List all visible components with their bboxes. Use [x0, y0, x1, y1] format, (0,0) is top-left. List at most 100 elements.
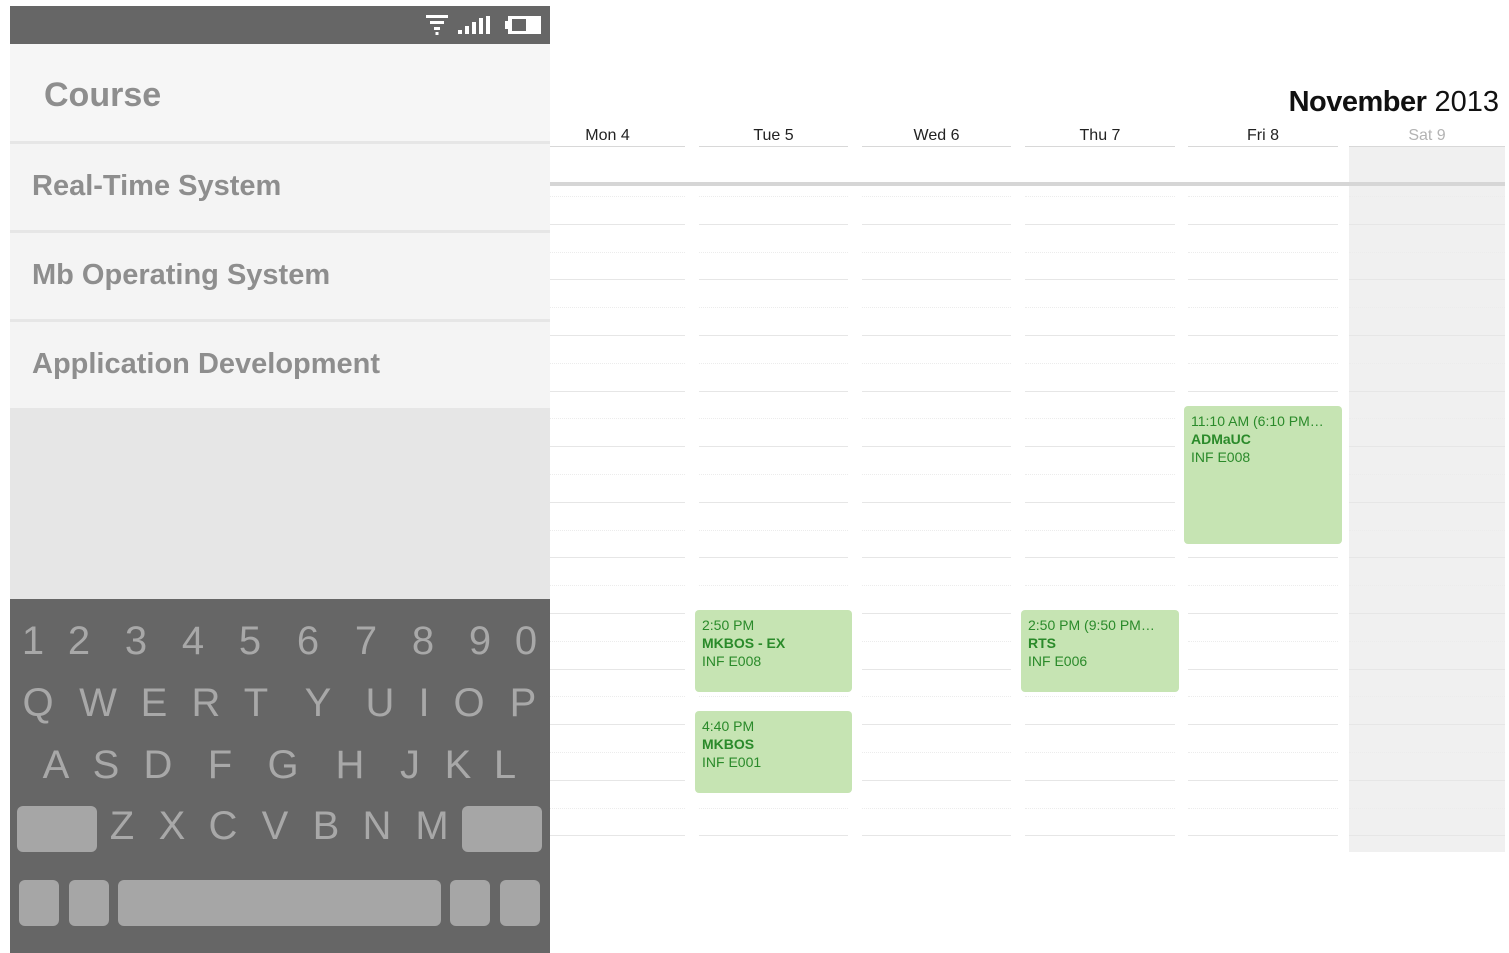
- grid-line: [550, 613, 685, 614]
- grid-line: [1188, 224, 1338, 225]
- key-i[interactable]: I: [404, 683, 444, 723]
- course-item-label: Real-Time System: [32, 170, 282, 202]
- key-o[interactable]: O: [449, 683, 489, 723]
- grid-line: [862, 279, 1011, 280]
- grid-line: [1025, 835, 1175, 836]
- grid-line: [1349, 391, 1505, 392]
- key-9[interactable]: 9: [460, 621, 500, 661]
- key-k[interactable]: K: [438, 745, 478, 785]
- grid-line: [1025, 474, 1175, 475]
- key-t[interactable]: T: [236, 683, 276, 723]
- key-m[interactable]: M: [412, 806, 452, 846]
- day-header-underline: [1349, 146, 1505, 147]
- grid-line: [1349, 724, 1505, 725]
- day-header-fri-8[interactable]: Fri 8: [1188, 127, 1338, 145]
- event-time: 11:10 AM (6:10 PM…: [1191, 413, 1324, 429]
- grid-line: [1349, 307, 1505, 308]
- key-4[interactable]: 4: [173, 621, 213, 661]
- event-title: MKBOS - EX: [702, 635, 786, 651]
- key-j[interactable]: J: [390, 745, 430, 785]
- key-q[interactable]: Q: [18, 683, 58, 723]
- grid-line: [699, 279, 848, 280]
- grid-line: [699, 557, 848, 558]
- grid-line: [1025, 557, 1175, 558]
- key-y[interactable]: Y: [298, 683, 338, 723]
- key-5[interactable]: 5: [230, 621, 270, 661]
- grid-line: [550, 808, 685, 809]
- key-l[interactable]: L: [485, 745, 525, 785]
- day-header-tue-5[interactable]: Tue 5: [699, 127, 848, 145]
- key-s[interactable]: S: [86, 745, 126, 785]
- key-f[interactable]: F: [200, 745, 240, 785]
- key-p[interactable]: P: [503, 683, 543, 723]
- grid-line: [862, 835, 1011, 836]
- language-key[interactable]: [69, 880, 109, 926]
- grid-line: [1349, 641, 1505, 642]
- key-v[interactable]: V: [255, 806, 295, 846]
- day-header-sat-9[interactable]: Sat 9: [1349, 127, 1505, 145]
- course-item-real-time-system[interactable]: Real-Time System: [10, 144, 550, 230]
- calendar-event-mkbos[interactable]: 4:40 PM MKBOS INF E001: [695, 711, 852, 793]
- grid-line: [1188, 669, 1338, 670]
- course-item-mb-operating-system[interactable]: Mb Operating System: [10, 233, 550, 319]
- course-item-application-development[interactable]: Application Development: [10, 322, 550, 408]
- key-3[interactable]: 3: [116, 621, 156, 661]
- grid-line: [862, 808, 1011, 809]
- key-g[interactable]: G: [263, 745, 303, 785]
- calendar-event-mkbos-ex[interactable]: 2:50 PM MKBOS - EX INF E008: [695, 610, 852, 692]
- calendar-event-admauc[interactable]: 11:10 AM (6:10 PM… ADMaUC INF E008: [1184, 406, 1342, 544]
- grid-line: [862, 196, 1011, 197]
- grid-line: [1188, 696, 1338, 697]
- shift-key[interactable]: [17, 806, 97, 852]
- grid-line: [550, 196, 685, 197]
- grid-line: [550, 224, 685, 225]
- event-time: 4:40 PM: [702, 718, 755, 734]
- key-h[interactable]: H: [330, 745, 370, 785]
- all-day-divider: [550, 182, 1505, 186]
- space-key[interactable]: [118, 880, 441, 926]
- grid-line: [699, 696, 848, 697]
- grid-line: [1349, 669, 1505, 670]
- key-0[interactable]: 0: [506, 621, 546, 661]
- key-n[interactable]: N: [357, 806, 397, 846]
- day-header-wed-6[interactable]: Wed 6: [862, 127, 1011, 145]
- key-b[interactable]: B: [306, 806, 346, 846]
- key-d[interactable]: D: [138, 745, 178, 785]
- key-x[interactable]: X: [152, 806, 192, 846]
- grid-line: [550, 752, 685, 753]
- key-z[interactable]: Z: [102, 806, 142, 846]
- backspace-key[interactable]: [462, 806, 542, 852]
- key-7[interactable]: 7: [346, 621, 386, 661]
- key-u[interactable]: U: [360, 683, 400, 723]
- course-item-label: Mb Operating System: [32, 259, 331, 291]
- key-6[interactable]: 6: [288, 621, 328, 661]
- grid-line: [699, 224, 848, 225]
- day-header-mon-4[interactable]: Mon 4: [550, 127, 665, 145]
- grid-line: [1349, 613, 1505, 614]
- key-c[interactable]: C: [203, 806, 243, 846]
- grid-line: [862, 641, 1011, 642]
- key-2[interactable]: 2: [59, 621, 99, 661]
- grid-line: [1349, 196, 1505, 197]
- key-w[interactable]: W: [78, 683, 118, 723]
- day-header-thu-7[interactable]: Thu 7: [1025, 127, 1175, 145]
- key-r[interactable]: R: [186, 683, 226, 723]
- grid-line: [1025, 335, 1175, 336]
- grid-line: [1025, 446, 1175, 447]
- grid-line: [1188, 808, 1338, 809]
- grid-line: [550, 391, 685, 392]
- key-8[interactable]: 8: [403, 621, 443, 661]
- grid-line: [1349, 363, 1505, 364]
- grid-line: [1188, 363, 1338, 364]
- calendar-event-rts[interactable]: 2:50 PM (9:50 PM… RTS INF E006: [1021, 610, 1179, 692]
- event-room: INF E006: [1028, 653, 1088, 669]
- grid-line: [1025, 363, 1175, 364]
- key-1[interactable]: 1: [13, 621, 53, 661]
- enter-key[interactable]: [500, 880, 540, 926]
- grid-line: [1025, 752, 1175, 753]
- period-key[interactable]: [450, 880, 490, 926]
- symbols-key[interactable]: [19, 880, 59, 926]
- key-a[interactable]: A: [36, 745, 76, 785]
- key-e[interactable]: E: [134, 683, 174, 723]
- grid-line: [862, 224, 1011, 225]
